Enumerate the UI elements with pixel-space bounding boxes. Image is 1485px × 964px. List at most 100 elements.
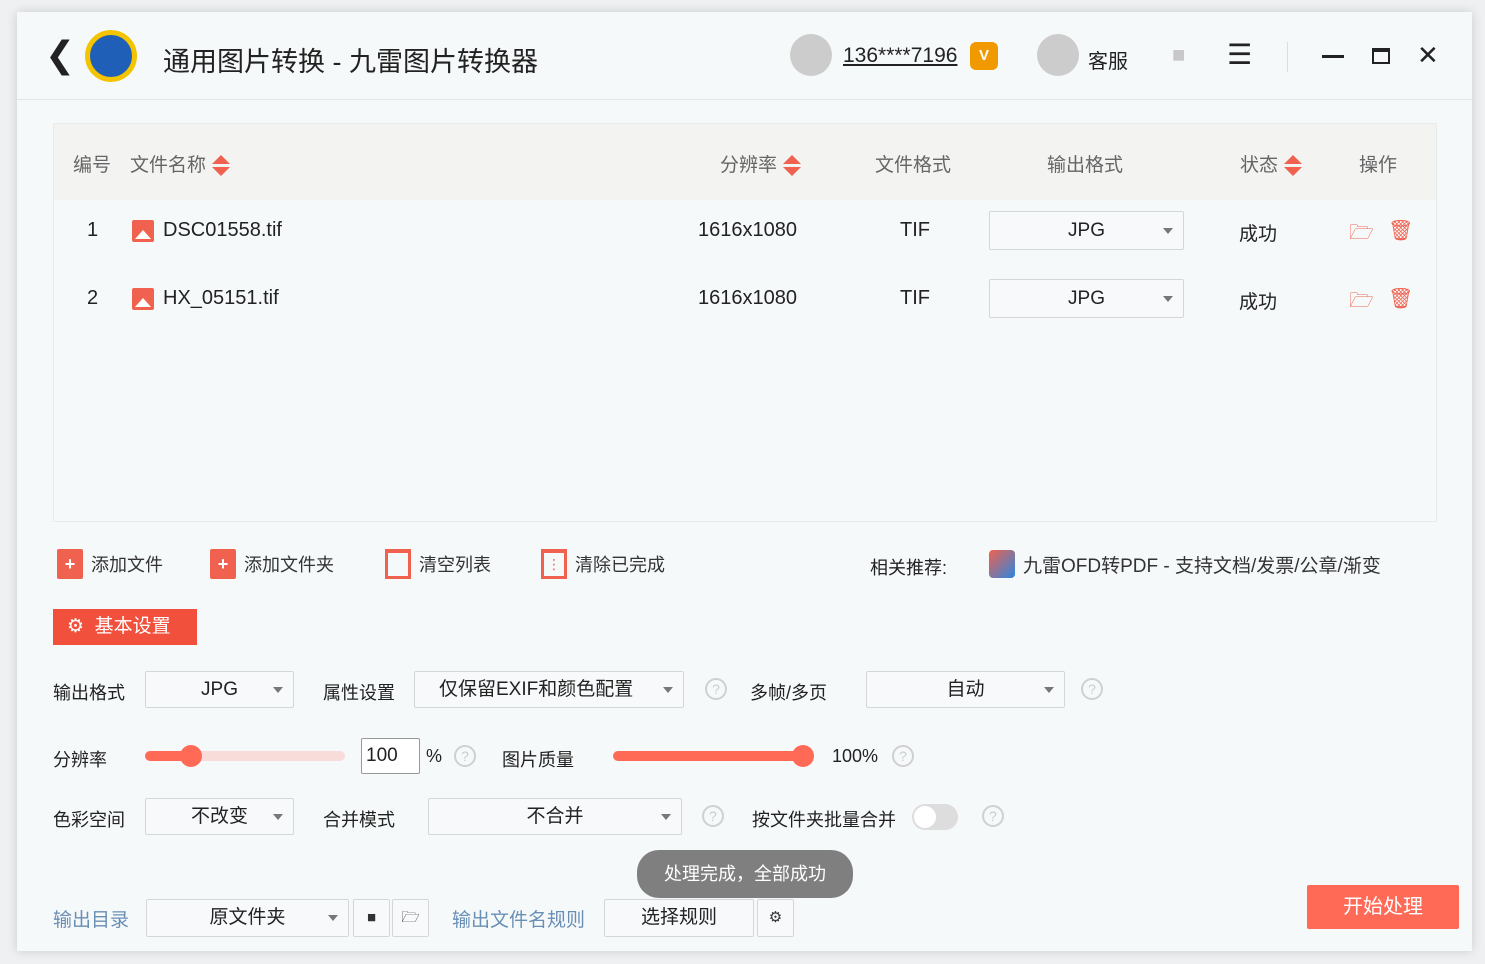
file-name: DSC01558.tif — [163, 219, 282, 241]
row-status: 成功 — [1239, 224, 1278, 245]
rule-settings-button[interactable]: ⚙ — [757, 899, 794, 937]
vip-badge: V — [970, 42, 998, 70]
help-icon[interactable]: ? — [702, 805, 724, 827]
skin-icon[interactable]: ■ — [1172, 42, 1185, 68]
support-icon[interactable] — [1037, 34, 1079, 76]
row-name: HX_05151.tif — [132, 287, 279, 310]
minimize-icon[interactable] — [1322, 55, 1344, 58]
clear-done-button[interactable]: ⋮ 清除已完成 — [541, 549, 665, 579]
multiframe-select[interactable]: 自动 — [866, 671, 1065, 708]
help-icon[interactable]: ? — [892, 745, 914, 767]
col-output: 输出格式 — [1047, 155, 1124, 176]
open-folder-icon[interactable]: 🗁 — [1349, 218, 1374, 252]
image-file-icon — [132, 287, 154, 310]
clear-list-button[interactable]: 清空列表 — [385, 549, 491, 579]
recommend-label: 相关推荐: — [870, 558, 948, 578]
back-icon[interactable]: ❮ — [45, 37, 75, 73]
resolution-input[interactable]: 100 — [361, 738, 420, 774]
row-format: TIF — [900, 219, 930, 241]
image-file-icon — [132, 219, 154, 242]
clear-list-label: 清空列表 — [419, 555, 491, 575]
title-bar: ❮ 通用图片转换 - 九雷图片转换器 136****7196 V 客服 ■ ☰ … — [17, 12, 1472, 100]
row-output-select[interactable]: JPG — [989, 211, 1184, 250]
app-window: ❮ 通用图片转换 - 九雷图片转换器 136****7196 V 客服 ■ ☰ … — [17, 12, 1472, 951]
output-format-label: 输出格式 — [53, 683, 125, 703]
filename-rule-label: 输出文件名规则 — [452, 910, 586, 931]
row-resolution: 1616x1080 — [698, 287, 797, 309]
resolution-slider-thumb[interactable] — [180, 745, 202, 767]
support-label[interactable]: 客服 — [1088, 45, 1128, 74]
merge-label: 合并模式 — [323, 810, 395, 830]
user-account-link[interactable]: 136****7196 — [843, 44, 957, 68]
col-resolution[interactable]: 分辨率 — [720, 150, 802, 177]
resolution-slider[interactable] — [145, 745, 345, 767]
add-file-button[interactable]: + 添加文件 — [57, 549, 163, 579]
output-format-select[interactable]: JPG — [145, 671, 294, 708]
col-name[interactable]: 文件名称 — [130, 150, 231, 177]
col-resolution-label: 分辨率 — [720, 155, 778, 176]
trash-icon: ⋮ — [541, 549, 567, 579]
open-folder-icon[interactable]: 🗁 — [1349, 286, 1374, 320]
multiframe-label: 多帧/多页 — [750, 683, 828, 703]
quality-value: 100% — [832, 746, 879, 766]
quality-slider-thumb[interactable] — [792, 745, 814, 767]
resolution-label: 分辨率 — [53, 750, 107, 770]
delete-icon[interactable]: 🗑 — [1388, 286, 1413, 311]
sort-icon[interactable] — [1284, 154, 1303, 177]
help-icon[interactable]: ? — [454, 745, 476, 767]
gear-icon: ⚙ — [67, 616, 85, 637]
maximize-icon[interactable] — [1372, 48, 1390, 64]
browse-folder-button[interactable]: ■ — [353, 899, 390, 937]
quality-label: 图片质量 — [502, 750, 574, 770]
colorspace-select[interactable]: 不改变 — [145, 798, 294, 835]
folder-merge-toggle[interactable] — [912, 804, 958, 830]
attr-select[interactable]: 仅保留EXIF和颜色配置 — [414, 671, 684, 708]
add-folder-icon: + — [210, 549, 236, 579]
row-output-select[interactable]: JPG — [989, 279, 1184, 318]
select-rule-button[interactable]: 选择规则 — [604, 899, 754, 937]
start-process-button[interactable]: 开始处理 — [1307, 885, 1459, 929]
col-status-label: 状态 — [1240, 155, 1279, 176]
row-index: 2 — [87, 287, 99, 309]
quality-slider[interactable] — [613, 745, 814, 767]
sort-icon[interactable] — [212, 154, 231, 177]
table-header: 编号 文件名称 分辨率 文件格式 输出格式 状态 操作 — [54, 124, 1436, 200]
row-status: 成功 — [1239, 292, 1278, 313]
row-format: TIF — [900, 287, 930, 309]
help-icon[interactable]: ? — [1081, 678, 1103, 700]
close-icon[interactable]: ✕ — [1417, 40, 1439, 71]
attr-label: 属性设置 — [323, 683, 395, 703]
avatar-icon[interactable] — [790, 34, 832, 76]
percent-label: % — [426, 746, 443, 766]
ofd-app-icon — [989, 550, 1015, 578]
recommend-link[interactable]: 九雷OFD转PDF - 支持文档/发票/公章/渐变 — [989, 550, 1381, 578]
window-title: 通用图片转换 - 九雷图片转换器 — [163, 47, 538, 77]
col-actions: 操作 — [1359, 155, 1398, 176]
row-resolution: 1616x1080 — [698, 219, 797, 241]
col-index: 编号 — [73, 155, 112, 176]
open-folder-icon: 🗁 — [401, 909, 420, 926]
toast-message: 处理完成，全部成功 — [637, 850, 853, 898]
col-name-label: 文件名称 — [130, 155, 207, 176]
help-icon[interactable]: ? — [705, 678, 727, 700]
divider — [1287, 42, 1288, 72]
open-output-folder-button[interactable]: 🗁 — [392, 899, 429, 937]
row-name: DSC01558.tif — [132, 219, 282, 242]
help-icon[interactable]: ? — [982, 805, 1004, 827]
gear-icon: ⚙ — [768, 909, 783, 926]
row-index: 1 — [87, 219, 99, 241]
clear-done-label: 清除已完成 — [575, 555, 665, 575]
col-format: 文件格式 — [875, 155, 952, 176]
tab-label: 基本设置 — [94, 616, 171, 637]
menu-icon[interactable]: ☰ — [1227, 38, 1252, 71]
delete-icon[interactable]: 🗑 — [1388, 218, 1413, 243]
output-dir-select[interactable]: 原文件夹 — [146, 899, 349, 937]
merge-select[interactable]: 不合并 — [428, 798, 682, 835]
tab-basic-settings[interactable]: ⚙ 基本设置 — [53, 609, 197, 645]
add-folder-label: 添加文件夹 — [244, 555, 334, 575]
col-status[interactable]: 状态 — [1240, 150, 1303, 177]
colorspace-label: 色彩空间 — [53, 810, 125, 830]
sort-icon[interactable] — [783, 154, 802, 177]
add-folder-button[interactable]: + 添加文件夹 — [210, 549, 334, 579]
add-file-icon: + — [57, 549, 83, 579]
